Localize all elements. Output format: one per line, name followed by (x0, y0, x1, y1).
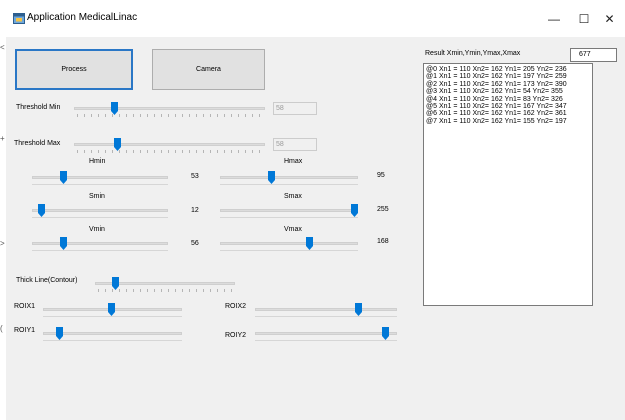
slider-baseline (220, 250, 358, 251)
roiy1-slider[interactable] (43, 326, 182, 342)
list-item[interactable]: @3 Xn1 = 110 Xn2= 162 Yn1= 54 Yn2= 355 (426, 88, 590, 95)
slider-track[interactable] (32, 242, 168, 245)
hmin-value: 53 (191, 173, 199, 180)
slider-thumb-icon[interactable] (60, 171, 67, 184)
slider-baseline (255, 340, 397, 341)
slider-track[interactable] (74, 143, 265, 146)
list-item[interactable]: @0 Xn1 = 110 Xn2= 162 Yn1= 205 Yn2= 236 (426, 66, 590, 73)
list-item[interactable]: @6 Xn1 = 110 Xn2= 162 Yn1= 162 Yn2= 361 (426, 110, 590, 117)
slider-thumb-icon[interactable] (38, 204, 45, 217)
slider-thumb-icon[interactable] (114, 138, 121, 151)
slider-track[interactable] (220, 209, 358, 212)
edge-glyph: > (0, 239, 5, 248)
slider-track[interactable] (220, 242, 358, 245)
hmax-value: 95 (377, 172, 385, 179)
slider-baseline (32, 184, 168, 185)
slider-thumb-icon[interactable] (111, 102, 118, 115)
slider-track[interactable] (255, 308, 397, 311)
list-item[interactable]: @1 Xn1 = 110 Xn2= 162 Yn1= 197 Yn2= 259 (426, 73, 590, 80)
slider-baseline (43, 316, 182, 317)
smin-slider[interactable] (32, 203, 168, 219)
slider-baseline (32, 250, 168, 251)
edge-glyph: < (0, 43, 5, 52)
slider-ticks (77, 114, 262, 117)
roix2-slider[interactable] (255, 302, 397, 318)
hmax-slider[interactable] (220, 170, 358, 186)
roix1-label: ROIX1 (14, 303, 36, 310)
hmin-label: Hmin (89, 158, 106, 165)
threshold-min-value: 58 (273, 102, 317, 115)
slider-baseline (43, 340, 182, 341)
slider-track[interactable] (255, 332, 397, 335)
slider-thumb-icon[interactable] (56, 327, 63, 340)
slider-track[interactable] (32, 176, 168, 179)
slider-baseline (32, 217, 168, 218)
smax-label: Smax (284, 193, 302, 200)
slider-track[interactable] (74, 107, 265, 110)
window-title: Application MedicalLinac (27, 12, 138, 23)
slider-thumb-icon[interactable] (112, 277, 119, 290)
edge-glyph: ( (0, 324, 3, 333)
result-label: Result Xmin,Ymin,Ymax,Xmax (425, 50, 521, 57)
vmin-label: Vmin (89, 226, 105, 233)
vmin-value: 56 (191, 240, 199, 247)
threshold-max-value: 58 (273, 138, 317, 151)
threshold-min-slider[interactable] (74, 101, 265, 119)
vmax-value: 168 (377, 238, 389, 245)
list-item[interactable]: @2 Xn1 = 110 Xn2= 162 Yn1= 173 Yn2= 390 (426, 81, 590, 88)
hmin-slider[interactable] (32, 170, 168, 186)
slider-baseline (255, 316, 397, 317)
hmax-label: Hmax (284, 158, 303, 165)
edge-glyph: + (0, 134, 5, 143)
roiy2-slider[interactable] (255, 326, 397, 342)
slider-thumb-icon[interactable] (351, 204, 358, 217)
slider-ticks (77, 150, 262, 153)
slider-track[interactable] (220, 176, 358, 179)
slider-baseline (220, 184, 358, 185)
roiy1-label: ROIY1 (14, 327, 36, 334)
smin-label: Smin (89, 193, 105, 200)
roix1-slider[interactable] (43, 302, 182, 318)
slider-thumb-icon[interactable] (108, 303, 115, 316)
contour-slider[interactable] (95, 276, 235, 294)
slider-track[interactable] (32, 209, 168, 212)
smin-value: 12 (191, 207, 199, 214)
vmin-slider[interactable] (32, 236, 168, 252)
slider-thumb-icon[interactable] (268, 171, 275, 184)
vmax-label: Vmax (284, 226, 302, 233)
slider-thumb-icon[interactable] (60, 237, 67, 250)
result-listbox[interactable]: @0 Xn1 = 110 Xn2= 162 Yn1= 205 Yn2= 236 … (423, 63, 593, 306)
slider-baseline (220, 217, 358, 218)
result-value-field[interactable]: 677 (570, 48, 617, 62)
threshold-max-slider[interactable] (74, 137, 265, 155)
smax-value: 255 (377, 206, 389, 213)
roix2-label: ROIX2 (225, 303, 247, 310)
list-item[interactable]: @4 Xn1 = 110 Xn2= 162 Yn1= 83 Yn2= 326 (426, 96, 590, 103)
slider-thumb-icon[interactable] (306, 237, 313, 250)
slider-thumb-icon[interactable] (355, 303, 362, 316)
roiy2-label: ROIY2 (225, 332, 247, 339)
vmax-slider[interactable] (220, 236, 358, 252)
process-button[interactable]: Process (15, 49, 133, 90)
slider-track[interactable] (43, 332, 182, 335)
contour-label: Thick Line(Contour) (16, 277, 78, 284)
threshold-max-label: Threshold Max (14, 140, 61, 147)
smax-slider[interactable] (220, 203, 358, 219)
list-item[interactable]: @5 Xn1 = 110 Xn2= 162 Yn1= 167 Yn2= 347 (426, 103, 590, 110)
threshold-min-label: Threshold Min (16, 104, 61, 111)
app-window-icon (13, 13, 25, 24)
slider-thumb-icon[interactable] (382, 327, 389, 340)
camera-button[interactable]: Camera (152, 49, 265, 90)
list-item[interactable]: @7 Xn1 = 110 Xn2= 162 Yn1= 155 Yn2= 197 (426, 118, 590, 125)
close-icon[interactable]: ✕ (594, 5, 625, 33)
